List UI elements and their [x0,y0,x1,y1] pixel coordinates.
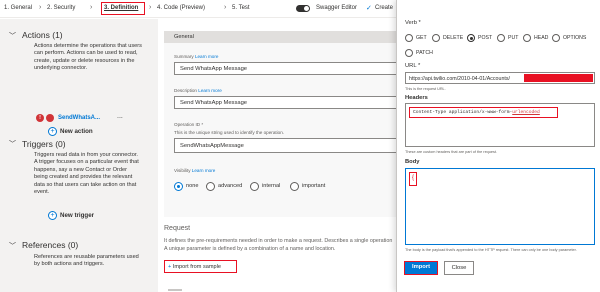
description-learn-more-link[interactable]: Learn more [198,88,222,93]
chevron-right-icon: › [39,4,42,11]
operation-id-label: Operation ID * [174,122,204,127]
sidebar: ﹀ Actions (1) Actions determine the oper… [0,19,158,292]
visibility-advanced-radio[interactable] [206,182,215,191]
verb-head-radio[interactable] [523,34,531,42]
general-card: General Summary Learn more Send WhatsApp… [164,31,400,217]
chevron-right-icon: › [90,4,93,11]
step-general[interactable]: 1. General [4,5,32,11]
more-options-icon[interactable]: ... [117,113,123,120]
url-label: URL * [405,63,421,69]
step-code-preview[interactable]: 4. Code (Preview) [157,5,205,11]
action-icon [46,114,54,122]
body-textarea[interactable]: { [405,168,595,245]
verb-put-label: PUT [508,35,519,41]
definition-main: General Summary Learn more Send WhatsApp… [158,19,400,292]
summary-input[interactable]: Send WhatsApp Message [174,62,400,75]
chevron-down-icon[interactable]: ﹀ [9,241,16,251]
headers-label: Headers [405,95,428,101]
operation-id-help: This is the unique string used to identi… [174,130,285,135]
summary-learn-more-link[interactable]: Learn more [195,54,219,59]
request-title: Request [164,225,191,232]
create-connector-button[interactable]: Create [375,5,393,11]
headers-textarea[interactable]: Content-Type application/x-www-form-urle… [405,103,595,147]
chevron-down-icon[interactable]: ﹀ [9,31,16,41]
step-definition[interactable]: 3. Definition [104,5,138,11]
verb-head-label: HEAD [534,35,549,41]
actions-heading[interactable]: Actions (1) [22,30,63,40]
action-item-sendwhatsapp[interactable]: SendWhatsA... [58,115,100,121]
redaction-mark [524,74,593,82]
url-help: This is the request URL. [405,87,446,91]
references-description: References are reusable parameters used … [34,254,139,268]
verb-post-radio[interactable] [467,34,475,42]
verb-put-radio[interactable] [497,34,505,42]
visibility-important-radio[interactable] [290,182,299,191]
visibility-advanced-label: advanced [218,183,243,189]
visibility-learn-more-link[interactable]: Learn more [192,168,216,173]
plus-icon: + [168,264,172,270]
swagger-toggle[interactable] [296,5,310,12]
request-description-line2: A unique parameter is defined by a combi… [164,246,336,252]
chevron-right-icon: › [224,4,227,11]
visibility-important-label: important [302,183,326,189]
import-from-sample-button[interactable]: + Import from sample [164,260,237,273]
verb-options-radio[interactable] [552,34,560,42]
verb-delete-radio[interactable] [432,34,440,42]
import-from-sample-label: Import from sample [172,264,222,270]
body-help: The body is the payload that's appended … [405,248,577,252]
actions-description: Actions determine the operations that us… [34,43,142,72]
step-security[interactable]: 2. Security [47,5,75,11]
check-icon: ✓ [366,5,372,12]
request-description-line1: It defines the pre-requirements needed i… [164,238,393,244]
body-label: Body [405,159,420,165]
verb-patch-radio[interactable] [405,49,413,57]
verb-patch-label: PATCH [416,50,433,56]
import-button[interactable]: Import [404,261,438,275]
visibility-internal-radio[interactable] [250,182,259,191]
plus-circle-icon[interactable]: + [48,211,57,220]
new-action-button[interactable]: New action [60,128,93,135]
verb-get-label: GET [416,35,427,41]
visibility-none-radio[interactable] [174,182,183,191]
url-input[interactable]: https://api.twilio.com/2010-04-01/Accoun… [405,72,595,84]
new-trigger-button[interactable]: New trigger [60,212,94,219]
chevron-right-icon: › [149,4,152,11]
description-input[interactable]: Send WhatsApp Message [174,96,400,109]
close-button[interactable]: Close [444,261,474,275]
swagger-editor-label: Swagger Editor [316,5,358,11]
verb-post-label: POST [478,35,493,41]
verb-get-radio[interactable] [405,34,413,42]
headers-help: These are custom headers that are part o… [405,150,498,154]
visibility-internal-label: internal [262,183,281,189]
visibility-none-label: none [186,183,199,189]
visibility-label: Visibility Learn more [174,168,216,173]
triggers-description: Triggers read data in from your connecto… [34,152,139,196]
summary-label: Summary Learn more [174,54,219,59]
general-card-header: General [164,31,400,43]
verb-delete-label: DELETE [443,35,464,41]
verb-label: Verb * [405,20,421,26]
body-highlight: { [409,172,417,186]
divider [168,289,182,291]
description-label: Description Learn more [174,88,222,93]
import-sample-panel: Verb * GET DELETE POST PUT HEAD OPTIONS … [396,0,600,292]
chevron-down-icon[interactable]: ﹀ [9,139,16,149]
plus-circle-icon[interactable]: + [48,127,57,136]
triggers-heading[interactable]: Triggers (0) [22,139,66,149]
general-card-title: General [174,34,194,40]
error-icon: ! [36,114,44,122]
operation-id-input[interactable]: SendWhatsAppMessage [174,138,400,153]
verb-options-label: OPTIONS [563,35,587,41]
headers-highlight: Content-Type application/x-www-form-urle… [409,107,558,118]
references-heading[interactable]: References (0) [22,240,78,250]
step-test[interactable]: 5. Test [232,5,250,11]
